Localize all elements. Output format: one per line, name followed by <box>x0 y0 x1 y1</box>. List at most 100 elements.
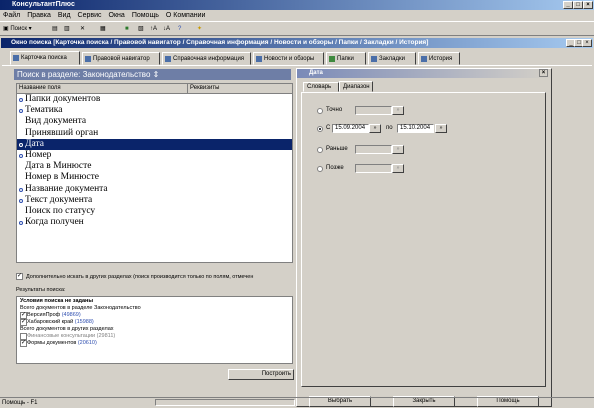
doc-icon[interactable]: ▤ <box>52 24 58 35</box>
list-item[interactable]: Дата в Минюсте <box>17 161 292 172</box>
tab-range[interactable]: Диапазон <box>339 81 373 92</box>
menu-edit[interactable]: Правка <box>27 12 51 19</box>
list-item[interactable]: Папки документов <box>17 94 292 105</box>
extra-search-label: Дополнительно искать в других разделах (… <box>26 274 254 280</box>
tab-divider <box>2 65 592 66</box>
radio-before-label: Раньше <box>326 146 348 152</box>
circle-icon <box>19 153 23 158</box>
after-date-button: » <box>392 164 404 173</box>
sort-down-button[interactable]: ↓А <box>163 24 170 35</box>
app-title: КонсультантПлюс <box>12 1 75 8</box>
list-item-label: Поиск по статусу <box>25 205 96 216</box>
build-button[interactable]: Построить <box>228 369 294 380</box>
field-list[interactable]: Название поля Реквизиты Папки документов… <box>16 83 293 263</box>
inner-close-button[interactable]: × <box>582 39 592 47</box>
minimize-button[interactable]: _ <box>563 1 573 9</box>
tab-reference-info[interactable]: Справочная информация <box>162 52 251 65</box>
result-item[interactable]: Финансовые консультации (29811) <box>20 333 289 340</box>
tab-bookmarks[interactable]: Закладки <box>368 52 416 65</box>
search-button[interactable]: ▣ Поиск ▾ <box>3 24 32 35</box>
date-to-field[interactable]: 15.10.2004 <box>397 124 434 133</box>
status-bar: Помощь - F1 <box>0 397 594 407</box>
folder-icon[interactable]: ▥ <box>64 24 70 35</box>
list-item[interactable]: Вид документа <box>17 116 292 127</box>
result-item[interactable]: ✓ Формы документов (20610) <box>20 340 289 347</box>
list-item[interactable]: Номер <box>17 150 292 161</box>
tab-search-card[interactable]: Карточка поиска <box>10 51 80 65</box>
circle-icon <box>19 109 23 114</box>
menu-view[interactable]: Вид <box>58 12 71 19</box>
menu-file[interactable]: Файл <box>3 12 20 19</box>
search-section-header[interactable]: Поиск в разделе: Законодательство ⇕ <box>14 69 291 80</box>
menu-help[interactable]: Помощь <box>132 12 159 19</box>
history-icon <box>421 56 427 62</box>
close-button[interactable]: × <box>583 1 593 9</box>
list-item-label: Номер в Минюсте <box>25 172 99 183</box>
radio-from[interactable] <box>317 126 323 132</box>
results-total-laws: Всего документов в разделе Законодательс… <box>20 305 141 311</box>
list-item[interactable]: Номер в Минюсте <box>17 172 292 183</box>
date-from-field[interactable]: 15.09.2004 <box>332 124 369 133</box>
list-item-label: Папки документов <box>25 94 101 104</box>
print-icon[interactable]: ■ <box>125 24 129 35</box>
list-item-label: Принявший орган <box>25 127 99 138</box>
date-dialog: Дата × Словарь Диапазон Точно » С 15.09.… <box>296 68 552 407</box>
menu-bar: Файл Правка Вид Сервис Окна Помощь О Компании <box>0 11 594 21</box>
list-item[interactable]: Название документа <box>17 184 292 195</box>
result-item[interactable]: ✓ ВерсияПроф (49869) <box>20 312 289 319</box>
bookmarks-icon <box>371 56 377 62</box>
circle-icon <box>19 187 23 192</box>
date-to-label: по <box>386 125 393 131</box>
circle-icon <box>19 221 23 226</box>
date-to-button[interactable]: » <box>435 124 447 133</box>
list-item-label: Текст документа <box>25 194 93 205</box>
menu-about[interactable]: О Компании <box>166 12 206 19</box>
tips-icon[interactable]: ✦ <box>197 24 202 35</box>
tab-news[interactable]: Новости и обзоры <box>253 52 324 65</box>
title-bar: КонсультантПлюс _ □ × <box>0 0 594 10</box>
list-item-label: Номер <box>25 149 52 160</box>
delete-icon[interactable]: ✕ <box>80 24 85 35</box>
dialog-close-icon[interactable]: × <box>539 69 548 77</box>
date-from-button[interactable]: » <box>369 124 381 133</box>
tab-history[interactable]: История <box>418 52 460 65</box>
export-icon[interactable]: ▦ <box>100 24 106 35</box>
menu-service[interactable]: Сервис <box>78 12 102 19</box>
list-header: Название поля Реквизиты <box>17 84 292 94</box>
menu-windows[interactable]: Окна <box>109 12 125 19</box>
tab-folders[interactable]: Папки <box>326 52 366 65</box>
maximize-button[interactable]: □ <box>573 1 583 9</box>
results-total-other: Всего документов в других разделах <box>20 326 114 332</box>
bookmark-icon[interactable]: ▧ <box>138 24 144 35</box>
list-item[interactable]: Когда получен <box>17 217 292 228</box>
tab-legal-navigator[interactable]: Правовой навигатор <box>82 52 160 65</box>
list-item-label: Название документа <box>25 183 108 194</box>
list-item[interactable]: Тематика <box>17 105 292 116</box>
extra-search-option[interactable]: ✓ Дополнительно искать в других разделах… <box>16 273 293 282</box>
before-date-field <box>355 145 392 154</box>
list-item[interactable]: Принявший орган <box>17 128 292 139</box>
radio-before[interactable] <box>317 147 323 153</box>
news-icon <box>256 56 262 62</box>
exact-date-field <box>355 106 392 115</box>
circle-icon <box>19 142 23 147</box>
folders-icon <box>329 56 335 62</box>
list-item[interactable]: Поиск по статусу <box>17 206 292 217</box>
list-item-label: Дата <box>25 138 44 149</box>
help-icon[interactable]: ? <box>178 24 181 35</box>
col-details[interactable]: Реквизиты <box>187 84 219 93</box>
extra-search-checkbox[interactable]: ✓ <box>16 273 23 280</box>
status-panel <box>155 399 295 406</box>
radio-exact[interactable] <box>317 108 323 114</box>
list-item[interactable]: Текст документа <box>17 195 292 206</box>
sort-up-button[interactable]: ↑А <box>150 24 157 35</box>
result-item[interactable]: ✓ Хабаровский край (15988) <box>20 319 289 326</box>
list-item[interactable]: Дата <box>17 138 292 150</box>
dialog-title: Дата <box>309 70 323 76</box>
results-label: Результаты поиска: <box>16 287 66 293</box>
results-panel: Условия поиска не заданы Всего документо… <box>16 296 293 364</box>
tab-dictionary[interactable]: Словарь <box>303 82 339 92</box>
list-item-label: Вид документа <box>25 116 87 127</box>
col-field-name[interactable]: Название поля <box>19 84 61 93</box>
radio-after[interactable] <box>317 166 323 172</box>
